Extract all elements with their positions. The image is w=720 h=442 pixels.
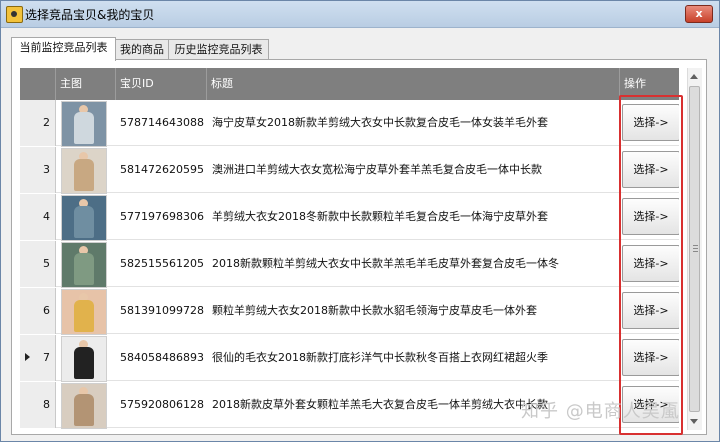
- row-number: 2: [43, 116, 50, 129]
- table-row[interactable]: 2 578714643088 海宁皮草女2018新款羊剪绒大衣女中长款复合皮毛一…: [20, 100, 679, 147]
- grip-line: [693, 248, 698, 249]
- close-button[interactable]: x: [685, 5, 713, 23]
- row-number: 6: [43, 304, 50, 317]
- scrollbar-thumb[interactable]: [689, 86, 700, 412]
- column-header-image[interactable]: 主图: [56, 68, 116, 100]
- table-row[interactable]: 5 582515561205 2018新款颗粒羊剪绒大衣女中长款羊羔毛羊毛皮草外…: [20, 241, 679, 288]
- coat-shape: [74, 159, 94, 191]
- scroll-down-arrow-icon[interactable]: [690, 419, 698, 424]
- product-thumbnail[interactable]: [61, 383, 107, 429]
- window-title: 选择竞品宝贝&我的宝贝: [25, 8, 155, 22]
- coat-shape: [74, 347, 94, 379]
- tab-history-competitors[interactable]: 历史监控竞品列表: [168, 39, 269, 60]
- product-id: 577197698306: [120, 210, 204, 223]
- row-header-corner: [20, 68, 56, 100]
- product-title: 2018新款颗粒羊剪绒大衣女中长款羊羔毛羊毛皮草外套复合皮毛一体冬: [212, 257, 559, 270]
- column-header-id[interactable]: 宝贝ID: [116, 68, 207, 100]
- product-id: 581391099728: [120, 304, 204, 317]
- coat-shape: [74, 112, 94, 144]
- watermark: 知乎 @电商人吴颪: [521, 401, 680, 422]
- tab-panel: 主图 宝贝ID 标题 操作 2 578714643088 海宁皮草女2018新款…: [11, 59, 707, 435]
- product-id: 581472620595: [120, 163, 204, 176]
- coat-shape: [74, 206, 94, 238]
- coat-shape: [74, 394, 94, 426]
- vertical-scrollbar[interactable]: [687, 68, 702, 430]
- tab-my-products[interactable]: 我的商品: [115, 39, 169, 60]
- app-window: 选择竞品宝贝&我的宝贝 x 当前监控竞品列表 我的商品 历史监控竞品列表 主图 …: [0, 0, 720, 442]
- product-title: 很仙的毛衣女2018新款打底衫洋气中长款秋冬百搭上衣网红裙超火季: [212, 351, 548, 364]
- row-number: 4: [43, 210, 50, 223]
- product-id: 578714643088: [120, 116, 204, 129]
- table-row[interactable]: 4 577197698306 羊剪绒大衣女2018冬新款中长款颗粒羊毛复合皮毛一…: [20, 194, 679, 241]
- product-id: 575920806128: [120, 398, 204, 411]
- product-id: 584058486893: [120, 351, 204, 364]
- product-id: 582515561205: [120, 257, 204, 270]
- action-column-highlight: [619, 95, 683, 435]
- row-number: 8: [43, 398, 50, 411]
- tab-current-competitors[interactable]: 当前监控竞品列表: [11, 37, 116, 61]
- row-number: 3: [43, 163, 50, 176]
- product-thumbnail[interactable]: [61, 336, 107, 382]
- grip-line: [693, 251, 698, 252]
- table-row[interactable]: 7 584058486893 很仙的毛衣女2018新款打底衫洋气中长款秋冬百搭上…: [20, 335, 679, 382]
- product-table: 主图 宝贝ID 标题 操作 2 578714643088 海宁皮草女2018新款…: [20, 68, 679, 430]
- product-thumbnail[interactable]: [61, 195, 107, 241]
- table-row[interactable]: 3 581472620595 澳洲进口羊剪绒大衣女宽松海宁皮草外套羊羔毛复合皮毛…: [20, 147, 679, 194]
- product-title: 海宁皮草女2018新款羊剪绒大衣女中长款复合皮毛一体女装羊毛外套: [212, 116, 548, 129]
- product-title: 澳洲进口羊剪绒大衣女宽松海宁皮草外套羊羔毛复合皮毛一体中长款: [212, 163, 542, 176]
- coat-shape: [74, 253, 94, 285]
- row-number: 5: [43, 257, 50, 270]
- scroll-up-arrow-icon[interactable]: [690, 74, 698, 79]
- coat-shape: [74, 300, 94, 332]
- column-header-title[interactable]: 标题: [207, 68, 620, 100]
- product-thumbnail[interactable]: [61, 289, 107, 335]
- table-row[interactable]: 6 581391099728 颗粒羊剪绒大衣女2018新款中长款水貂毛领海宁皮草…: [20, 288, 679, 335]
- grip-line: [693, 245, 698, 246]
- product-thumbnail[interactable]: [61, 148, 107, 194]
- row-number: 7: [43, 351, 50, 364]
- title-bar: 选择竞品宝贝&我的宝贝 x: [1, 1, 719, 28]
- app-icon: [6, 6, 23, 23]
- product-thumbnail[interactable]: [61, 101, 107, 147]
- product-thumbnail[interactable]: [61, 242, 107, 288]
- table-header: 主图 宝贝ID 标题 操作: [20, 68, 679, 100]
- product-title: 颗粒羊剪绒大衣女2018新款中长款水貂毛领海宁皮草皮毛一体外套: [212, 304, 537, 317]
- product-title: 羊剪绒大衣女2018冬新款中长款颗粒羊毛复合皮毛一体海宁皮草外套: [212, 210, 548, 223]
